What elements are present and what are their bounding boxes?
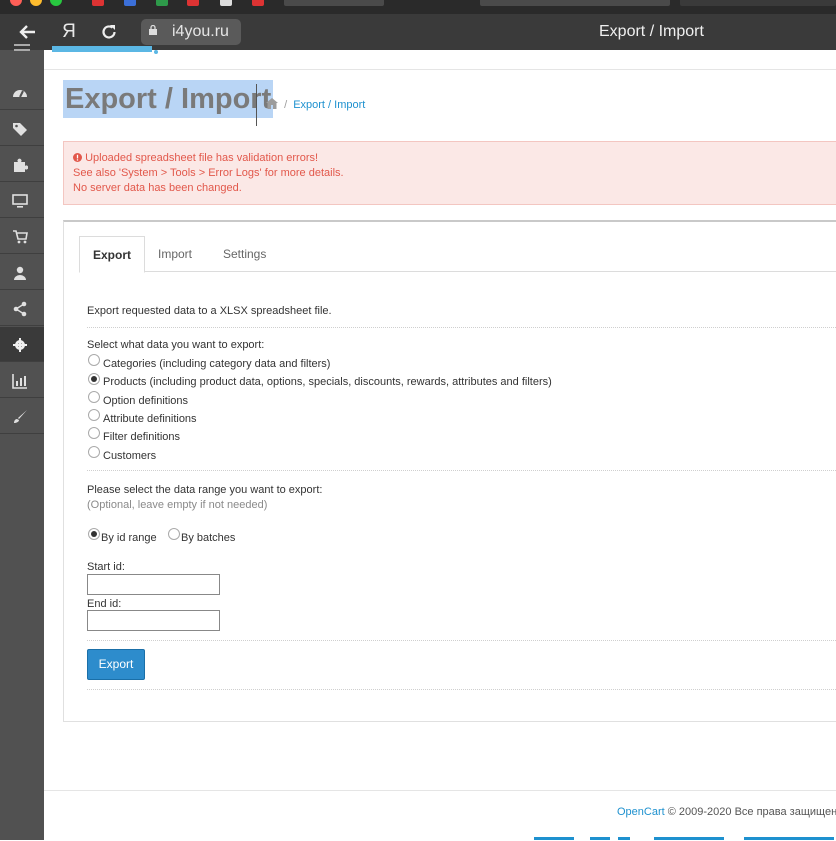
tab-settings[interactable]: Settings <box>223 236 266 272</box>
radio-filter-definitions[interactable] <box>88 427 100 439</box>
main-content: Export / Import / Export / Import Upload… <box>44 70 836 840</box>
menu-toggle-icon[interactable] <box>14 44 30 54</box>
range-mode-label[interactable]: By id range <box>101 532 157 544</box>
share-icon <box>13 301 27 317</box>
desktop-icon <box>12 194 28 208</box>
sidebar-item-customers[interactable] <box>0 255 44 290</box>
minimize-window-dot[interactable] <box>30 0 42 6</box>
reload-icon[interactable] <box>97 22 121 44</box>
radio-attribute-definitions[interactable] <box>88 409 100 421</box>
radio-by-batches[interactable] <box>168 528 180 540</box>
radio-products[interactable] <box>88 373 100 385</box>
bar-chart-icon <box>12 374 27 389</box>
range-label: Please select the data range you want to… <box>87 484 323 496</box>
alert-line: No server data has been changed. <box>73 182 242 194</box>
divider <box>87 689 836 690</box>
export-button[interactable]: Export <box>87 649 145 680</box>
sidebar-item-extensions[interactable] <box>0 147 44 182</box>
admin-header <box>44 46 836 70</box>
start-id-input[interactable] <box>87 574 220 595</box>
radio-categories[interactable] <box>88 354 100 366</box>
error-alert: Uploaded spreadsheet file has validation… <box>63 141 836 205</box>
lock-icon <box>149 25 157 35</box>
text-cursor <box>256 84 257 126</box>
tab-favicon-icon[interactable] <box>252 0 264 6</box>
tab-favicon-icon[interactable] <box>220 0 232 6</box>
tags-icon <box>13 123 27 136</box>
browser-toolbar: Я i4you.ru Export / Import <box>0 14 836 50</box>
option-label[interactable]: Option definitions <box>103 395 188 407</box>
footer-divider <box>44 790 836 791</box>
tab-favicon-icon[interactable] <box>156 0 168 6</box>
puzzle-icon <box>14 158 28 172</box>
user-icon <box>14 266 26 280</box>
sidebar-item-theme[interactable] <box>0 399 44 434</box>
yandex-logo-icon[interactable]: Я <box>57 22 81 44</box>
option-label[interactable]: Products (including product data, option… <box>103 376 552 388</box>
close-window-dot[interactable] <box>10 0 22 6</box>
sidebar-item-catalog[interactable] <box>0 111 44 146</box>
end-id-label: End id: <box>87 598 122 610</box>
sidebar-item-dashboard[interactable] <box>0 75 44 110</box>
browser-tab[interactable] <box>284 0 384 6</box>
exclamation-circle-icon <box>73 153 82 162</box>
tab-favicon-icon[interactable] <box>124 0 136 6</box>
tab-favicon-icon[interactable] <box>187 0 199 6</box>
alert-line: See also 'System > Tools > Error Logs' f… <box>73 167 344 179</box>
tab-bar: Export Import Settings <box>79 236 836 273</box>
sidebar-item-sales[interactable] <box>0 219 44 254</box>
dashboard-icon <box>13 90 27 98</box>
sidebar-item-reports[interactable] <box>0 363 44 398</box>
option-label[interactable]: Attribute definitions <box>103 413 197 425</box>
tab-export[interactable]: Export <box>79 236 146 273</box>
radio-by-id-range[interactable] <box>88 528 100 540</box>
browser-tab[interactable] <box>480 0 670 6</box>
opencart-logo[interactable] <box>52 46 162 56</box>
sidebar-item-marketing[interactable] <box>0 291 44 326</box>
radio-option-definitions[interactable] <box>88 391 100 403</box>
option-label[interactable]: Categories (including category data and … <box>103 358 330 370</box>
admin-sidebar <box>0 44 44 840</box>
cart-icon <box>13 230 28 244</box>
breadcrumb: / Export / Import <box>266 98 365 111</box>
sidebar-item-system[interactable] <box>0 327 44 362</box>
option-label[interactable]: Customers <box>103 450 156 462</box>
divider <box>87 327 836 328</box>
gear-icon <box>13 338 27 352</box>
range-mode-label[interactable]: By batches <box>181 532 235 544</box>
browser-tab-strip <box>0 0 836 14</box>
url-text[interactable]: i4you.ru <box>172 23 229 41</box>
end-id-input[interactable] <box>87 610 220 631</box>
page-title: Export / Import <box>63 80 274 118</box>
divider <box>87 640 836 641</box>
tab-favicon-icon[interactable] <box>92 0 104 6</box>
brush-icon <box>14 410 27 423</box>
footer-brand-link[interactable]: OpenCart <box>617 806 665 818</box>
divider <box>87 470 836 471</box>
window-title: Export / Import <box>599 23 704 40</box>
footer-copyright: © 2009-2020 Все права защищены <box>667 806 836 818</box>
breadcrumb-link[interactable]: Export / Import <box>293 99 365 111</box>
home-icon[interactable] <box>266 98 278 109</box>
range-hint: (Optional, leave empty if not needed) <box>87 499 268 511</box>
option-label[interactable]: Filter definitions <box>103 431 180 443</box>
alert-line: Uploaded spreadsheet file has validation… <box>85 152 319 164</box>
export-intro-text: Export requested data to a XLSX spreadsh… <box>87 305 332 317</box>
back-arrow-icon[interactable] <box>16 22 40 44</box>
start-id-label: Start id: <box>87 561 125 573</box>
export-import-panel: Export Import Settings Export requested … <box>63 220 836 722</box>
maximize-window-dot[interactable] <box>50 0 62 6</box>
tab-import[interactable]: Import <box>158 236 192 272</box>
footer: OpenCart © 2009-2020 Все права защищены <box>617 806 836 818</box>
radio-customers[interactable] <box>88 446 100 458</box>
browser-tab-active[interactable] <box>680 0 836 6</box>
sidebar-item-design[interactable] <box>0 183 44 218</box>
select-data-label: Select what data you want to export: <box>87 339 265 351</box>
